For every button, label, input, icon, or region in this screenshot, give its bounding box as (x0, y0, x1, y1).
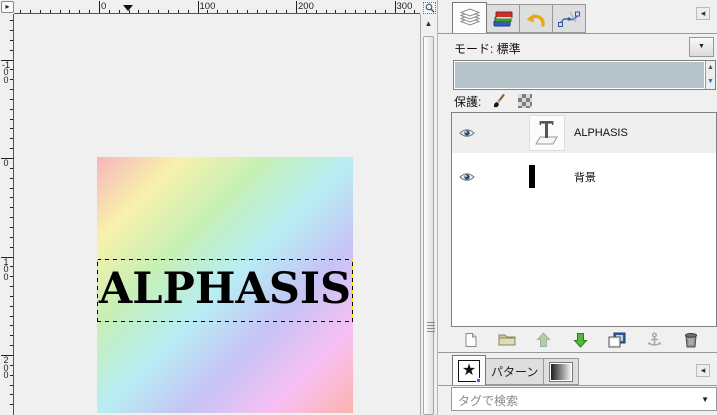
new-group-button[interactable] (495, 330, 519, 350)
ruler-label: 0 (3, 158, 9, 168)
search-dropdown-arrow-icon: ▼ (701, 395, 709, 404)
raise-layer-icon (536, 331, 551, 347)
tab-patterns[interactable]: パターン (486, 358, 545, 385)
tab-paths[interactable] (553, 4, 586, 33)
new-group-icon (498, 334, 516, 346)
brushes-dock-tabbar: ★ パターン (452, 355, 580, 385)
ruler-label: -100 (2, 59, 11, 85)
tab-brushes[interactable]: ★ (452, 355, 486, 385)
raise-layer-button[interactable] (532, 330, 556, 350)
channels-icon (493, 11, 513, 26)
layers-dock-tabbar (452, 2, 586, 33)
paths-icon (558, 11, 580, 27)
spin-up-icon[interactable]: ▲ (706, 61, 715, 75)
layer-mode-combo[interactable]: モード: 標準 ▼ (438, 36, 717, 58)
tab-layers[interactable] (452, 2, 487, 33)
checkerboard-icon[interactable] (518, 94, 533, 108)
ruler-tick (197, 1, 199, 13)
text-layer-icon (535, 121, 558, 145)
gradient-swatch-icon (549, 361, 574, 382)
scrollbar-thumb[interactable] (423, 36, 435, 415)
tab-undo-history[interactable] (520, 4, 553, 33)
visibility-eye-icon[interactable] (452, 172, 482, 182)
layer-mode-label: モード: 標準 (454, 42, 521, 56)
layer-row-alphasis[interactable]: ALPHASIS (452, 113, 716, 153)
opacity-slider-fill (455, 62, 704, 88)
ruler-origin-button[interactable]: ▸ (1, 1, 14, 13)
horizontal-ruler[interactable]: 0 100 200 300 (14, 0, 420, 14)
vertical-ruler[interactable]: -100 0 100 200 (0, 14, 14, 415)
ruler-tick (394, 1, 396, 13)
new-layer-button[interactable] (458, 330, 482, 350)
ruler-label: 0 (101, 1, 107, 12)
layers-icon (459, 8, 480, 26)
paintbrush-icon[interactable] (491, 93, 508, 109)
eye-icon (459, 173, 475, 181)
delete-layer-button[interactable] (679, 330, 703, 350)
lock-row: 保護: (454, 92, 533, 110)
lower-layer-icon (573, 332, 588, 348)
magnifier-icon (425, 3, 435, 13)
layer-name: ALPHASIS (574, 127, 628, 139)
anchor-layer-button[interactable] (642, 330, 666, 350)
lock-label: 保護: (454, 94, 482, 109)
scrollbar-up-arrow[interactable]: ▲ (422, 16, 435, 31)
eye-icon (459, 129, 475, 137)
tag-search-placeholder: タグで検索 (458, 394, 519, 408)
brushes-tabbar-separator (438, 385, 717, 386)
layer-row-background[interactable]: 背景 (452, 153, 716, 201)
brush-star-icon: ★ (458, 359, 481, 383)
canvas-viewport[interactable]: ALPHASIS (14, 14, 420, 415)
tag-search-combo[interactable]: タグで検索 ▼ (451, 387, 717, 411)
undo-history-icon (526, 13, 545, 27)
zoom-fit-toggle-button[interactable] (423, 2, 436, 14)
layer-thumbnail-gradient[interactable] (529, 165, 535, 188)
ruler-tick (296, 1, 297, 13)
opacity-spinner: ▲ ▼ (705, 61, 715, 89)
scrollbar-grip (427, 321, 435, 332)
layer-mode-dropdown-button[interactable]: ▼ (689, 37, 714, 57)
ruler-tick (99, 1, 100, 13)
layer-name: 背景 (574, 172, 596, 184)
duplicate-layer-button[interactable] (605, 330, 629, 350)
patterns-tab-label: パターン (491, 365, 539, 379)
tabbar-separator (438, 33, 717, 34)
vertical-scrollbar[interactable]: ▲ (420, 14, 435, 415)
gimp-window: ▸ 0 100 200 300 -100 0 100 200 ALPHASIS ▲ (0, 0, 717, 415)
layer-action-bar (438, 327, 717, 353)
tab-gradients[interactable] (544, 358, 580, 385)
dock-menu-button[interactable]: ◂ (696, 7, 710, 20)
anchor-layer-icon (647, 332, 662, 346)
ruler-label: 100 (3, 256, 9, 282)
delete-layer-icon (684, 332, 698, 347)
brushes-dock-menu-button[interactable]: ◂ (696, 364, 710, 377)
duplicate-layer-icon (608, 332, 626, 347)
selection-marching-ants (97, 259, 353, 322)
layer-thumbnail-text[interactable] (529, 115, 565, 151)
new-layer-icon (465, 332, 476, 347)
ruler-label: 200 (3, 355, 9, 380)
visibility-eye-icon[interactable] (452, 128, 482, 138)
canvas-image: ALPHASIS (97, 157, 353, 413)
layer-list: ALPHASIS 背景 (451, 112, 717, 327)
tab-channels[interactable] (487, 4, 520, 33)
lower-layer-button[interactable] (568, 330, 592, 350)
spin-down-icon[interactable]: ▼ (706, 75, 715, 89)
opacity-slider[interactable]: ▲ ▼ (453, 60, 716, 90)
right-dock: ◂ モード: 標準 ▼ ▲ ▼ 保護: ALPHASIS 背景 ★ パターン ◂… (437, 0, 717, 415)
